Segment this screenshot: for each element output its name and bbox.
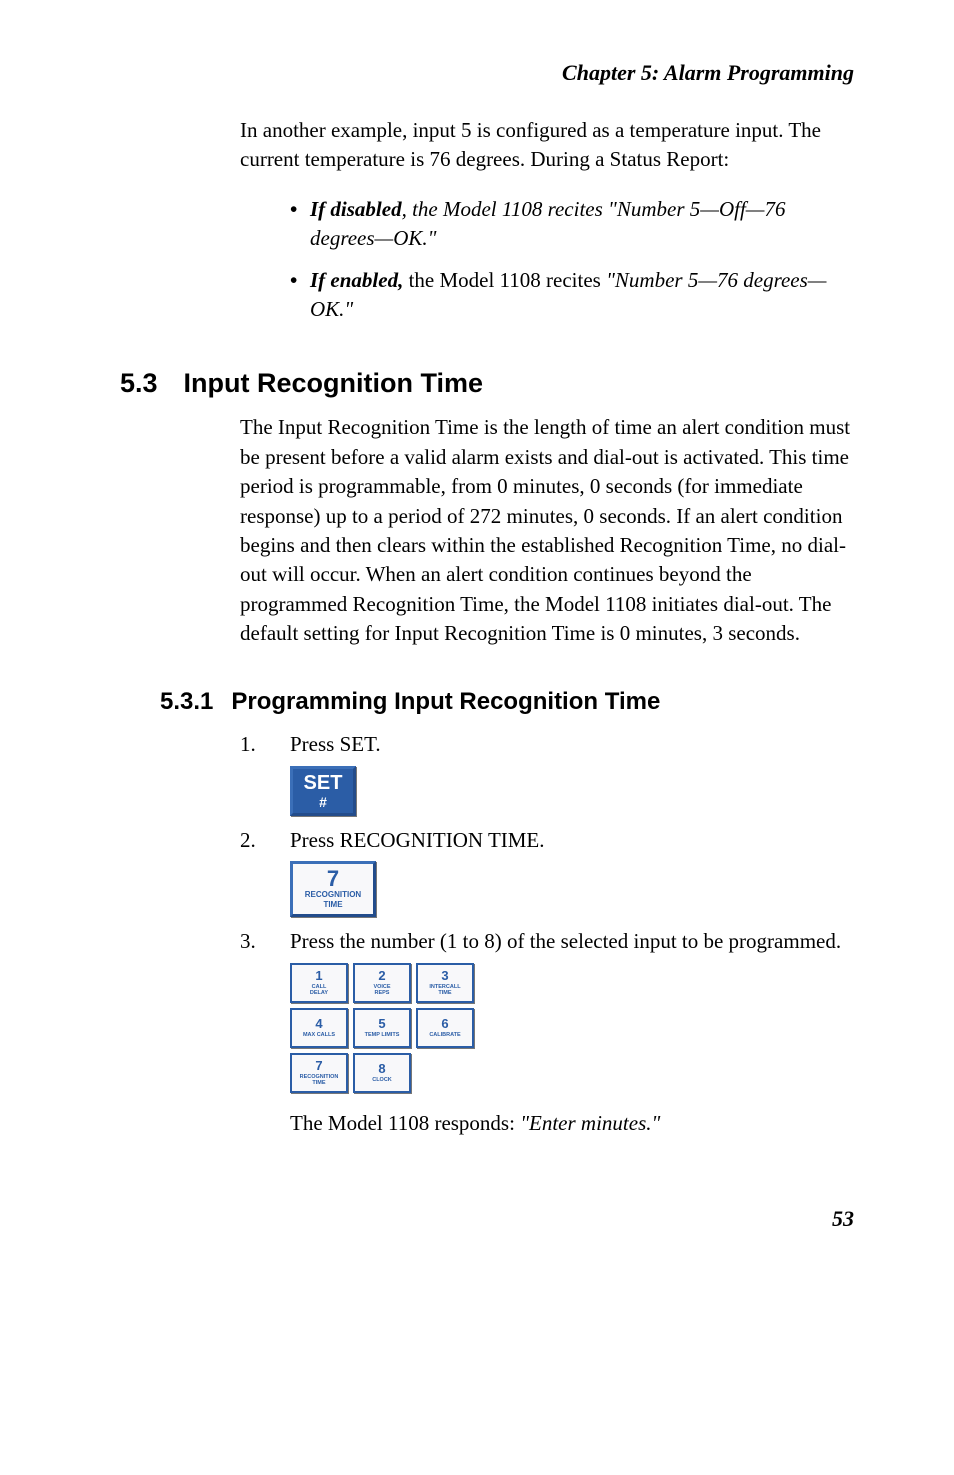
keypad-key-3[interactable]: 3 INTERCALLTIME bbox=[416, 963, 474, 1003]
key-label: CLOCK bbox=[372, 1077, 392, 1083]
button-number: 7 bbox=[327, 868, 339, 890]
key-number: 7 bbox=[315, 1059, 322, 1072]
bullet-lead: If enabled, bbox=[310, 268, 403, 292]
bullet-comma: , the Model 1108 recites bbox=[402, 197, 608, 221]
key-label: MAX CALLS bbox=[303, 1032, 335, 1038]
keypad-key-8[interactable]: 8 CLOCK bbox=[353, 1053, 411, 1093]
keypad-key-1[interactable]: 1 CALLDELAY bbox=[290, 963, 348, 1003]
bullet-lead: If disabled bbox=[310, 197, 402, 221]
keypad-key-4[interactable]: 4 MAX CALLS bbox=[290, 1008, 348, 1048]
intro-paragraph: In another example, input 5 is configure… bbox=[240, 116, 854, 175]
keypad: 1 CALLDELAY 2 VOICEREPS 3 INTERCALLTIME … bbox=[290, 963, 854, 1093]
step-text: Press RECOGNITION TIME. bbox=[290, 826, 854, 855]
section-number: 5.3 bbox=[120, 368, 158, 399]
section-heading: 5.3 Input Recognition Time bbox=[120, 368, 854, 399]
button-label: SET bbox=[304, 773, 343, 793]
bullet-item: If enabled, the Model 1108 recites "Numb… bbox=[290, 266, 854, 325]
subsection-title: Programming Input Recognition Time bbox=[231, 688, 660, 716]
step-number: 3. bbox=[240, 927, 290, 956]
bullet-rest: the Model 1108 recites bbox=[403, 268, 606, 292]
key-number: 3 bbox=[441, 969, 448, 982]
chapter-header: Chapter 5: Alarm Programming bbox=[100, 60, 854, 86]
button-label-line2: TIME bbox=[323, 900, 342, 910]
key-number: 2 bbox=[378, 969, 385, 982]
key-label: RECOGNITIONTIME bbox=[300, 1074, 339, 1087]
response-prefix: The Model 1108 responds: bbox=[290, 1111, 520, 1135]
subsection-number: 5.3.1 bbox=[160, 688, 213, 716]
key-number: 4 bbox=[315, 1017, 322, 1030]
button-sublabel: # bbox=[319, 795, 327, 809]
response-text: The Model 1108 responds: "Enter minutes.… bbox=[290, 1111, 854, 1136]
section-title: Input Recognition Time bbox=[184, 368, 484, 399]
step-text: Press the number (1 to 8) of the selecte… bbox=[290, 927, 854, 956]
key-number: 8 bbox=[378, 1062, 385, 1075]
set-button[interactable]: SET # bbox=[290, 766, 356, 816]
key-number: 1 bbox=[315, 969, 322, 982]
step-number: 2. bbox=[240, 826, 290, 855]
step-number: 1. bbox=[240, 730, 290, 759]
key-label: TEMP LIMITS bbox=[365, 1032, 400, 1038]
step-1: 1. Press SET. bbox=[240, 730, 854, 759]
key-label: CALLDELAY bbox=[310, 984, 328, 997]
key-number: 6 bbox=[441, 1017, 448, 1030]
recognition-time-button[interactable]: 7 RECOGNITION TIME bbox=[290, 861, 376, 917]
key-label: CALIBRATE bbox=[429, 1032, 460, 1038]
step-3: 3. Press the number (1 to 8) of the sele… bbox=[240, 927, 854, 956]
keypad-key-6[interactable]: 6 CALIBRATE bbox=[416, 1008, 474, 1048]
step-text: Press SET. bbox=[290, 730, 854, 759]
key-label: INTERCALLTIME bbox=[429, 984, 460, 997]
response-quote: "Enter minutes." bbox=[520, 1111, 660, 1135]
key-number: 5 bbox=[378, 1017, 385, 1030]
section-paragraph: The Input Recognition Time is the length… bbox=[240, 413, 854, 648]
page-number: 53 bbox=[100, 1206, 854, 1232]
keypad-key-2[interactable]: 2 VOICEREPS bbox=[353, 963, 411, 1003]
keypad-key-7[interactable]: 7 RECOGNITIONTIME bbox=[290, 1053, 348, 1093]
button-label-line1: RECOGNITION bbox=[305, 890, 361, 900]
key-label: VOICEREPS bbox=[373, 984, 390, 997]
subsection-heading: 5.3.1 Programming Input Recognition Time bbox=[160, 688, 854, 716]
keypad-key-5[interactable]: 5 TEMP LIMITS bbox=[353, 1008, 411, 1048]
step-2: 2. Press RECOGNITION TIME. bbox=[240, 826, 854, 855]
bullet-item: If disabled, the Model 1108 recites "Num… bbox=[290, 195, 854, 254]
